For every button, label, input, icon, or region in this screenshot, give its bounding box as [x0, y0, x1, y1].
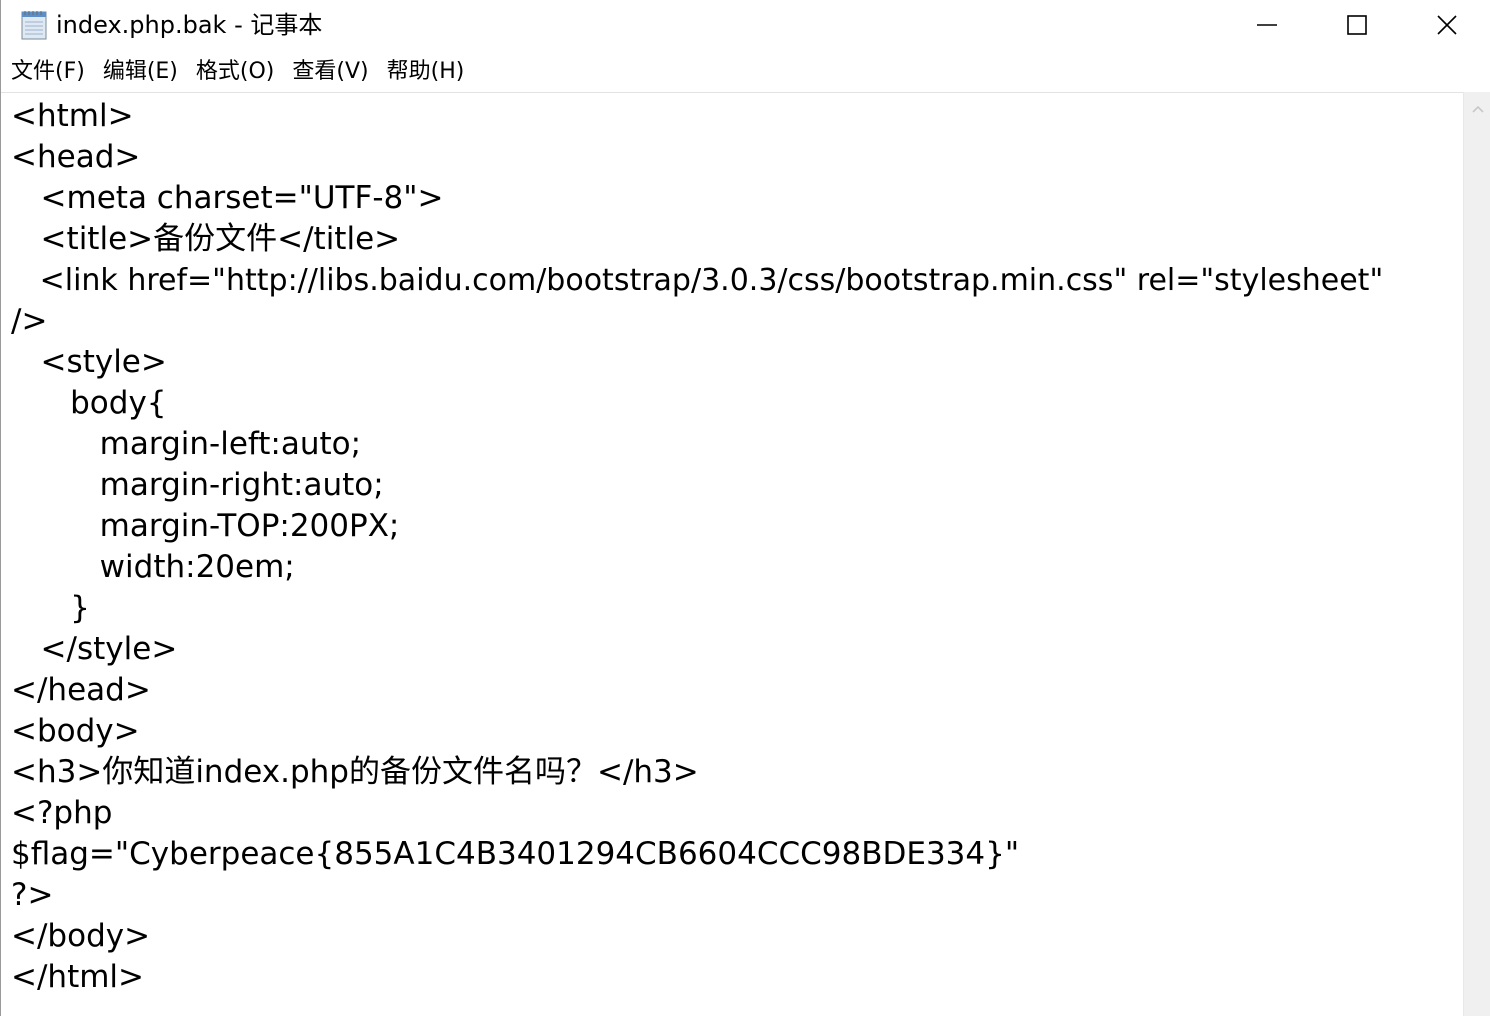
editor-line: margin-left:auto; [11, 426, 362, 462]
menu-file[interactable]: 文件(F) [5, 54, 91, 90]
menu-bar: 文件(F) 编辑(E) 格式(O) 查看(V) 帮助(H) [1, 52, 1490, 92]
editor-line: <?php [11, 795, 113, 831]
editor-line: } [11, 590, 90, 626]
minimize-icon [1257, 24, 1277, 26]
scroll-up-button[interactable] [1464, 92, 1490, 126]
window-title: index.php.bak - 记事本 [56, 11, 323, 39]
editor-line: </head> [11, 672, 151, 708]
menu-help[interactable]: 帮助(H) [381, 54, 471, 90]
maximize-button[interactable] [1311, 0, 1403, 50]
notepad-icon [21, 11, 47, 40]
notepad-window: index.php.bak - 记事本 文件(F) 编辑(E) 格式(O) 查看… [0, 0, 1490, 1016]
close-icon [1437, 15, 1457, 35]
menu-format[interactable]: 格式(O) [190, 54, 280, 90]
editor-line: <head> [11, 139, 141, 175]
minimize-button[interactable] [1221, 0, 1313, 50]
editor-line: <link href="http://libs.baidu.com/bootst… [11, 263, 1384, 298]
editor-line: width:20em; [11, 549, 295, 585]
editor-line: /> [11, 303, 48, 339]
menu-edit[interactable]: 编辑(E) [97, 54, 184, 90]
title-bar[interactable]: index.php.bak - 记事本 [1, 0, 1490, 50]
menu-view[interactable]: 查看(V) [286, 54, 374, 90]
maximize-icon [1347, 15, 1367, 35]
editor-line: body{ [11, 385, 167, 421]
editor-line: <h3>你知道index.php的备份文件名吗？</h3> [11, 754, 699, 790]
editor-line: $flag="Cyberpeace{855A1C4B3401294CB6604C… [11, 836, 1020, 872]
scroll-up-arrow-icon [1471, 105, 1484, 113]
vertical-scrollbar[interactable] [1463, 92, 1490, 1016]
editor-line: <style> [11, 344, 167, 380]
editor-line: <html> [11, 98, 134, 134]
editor-line: </html> [11, 959, 145, 995]
editor-line: <title>备份文件</title> [11, 221, 401, 257]
editor-line: <meta charset="UTF-8"> [11, 180, 444, 216]
editor-line: </body> [11, 918, 151, 954]
editor-line: ?> [11, 877, 54, 913]
close-button[interactable] [1401, 0, 1490, 50]
editor-line: </style> [11, 631, 178, 667]
editor-line: <body> [11, 713, 140, 749]
text-editor[interactable]: <html> <head> <meta charset="UTF-8"> <ti… [1, 92, 1463, 1016]
editor-line: margin-TOP:200PX; [11, 508, 400, 544]
editor-line: margin-right:auto; [11, 467, 384, 503]
